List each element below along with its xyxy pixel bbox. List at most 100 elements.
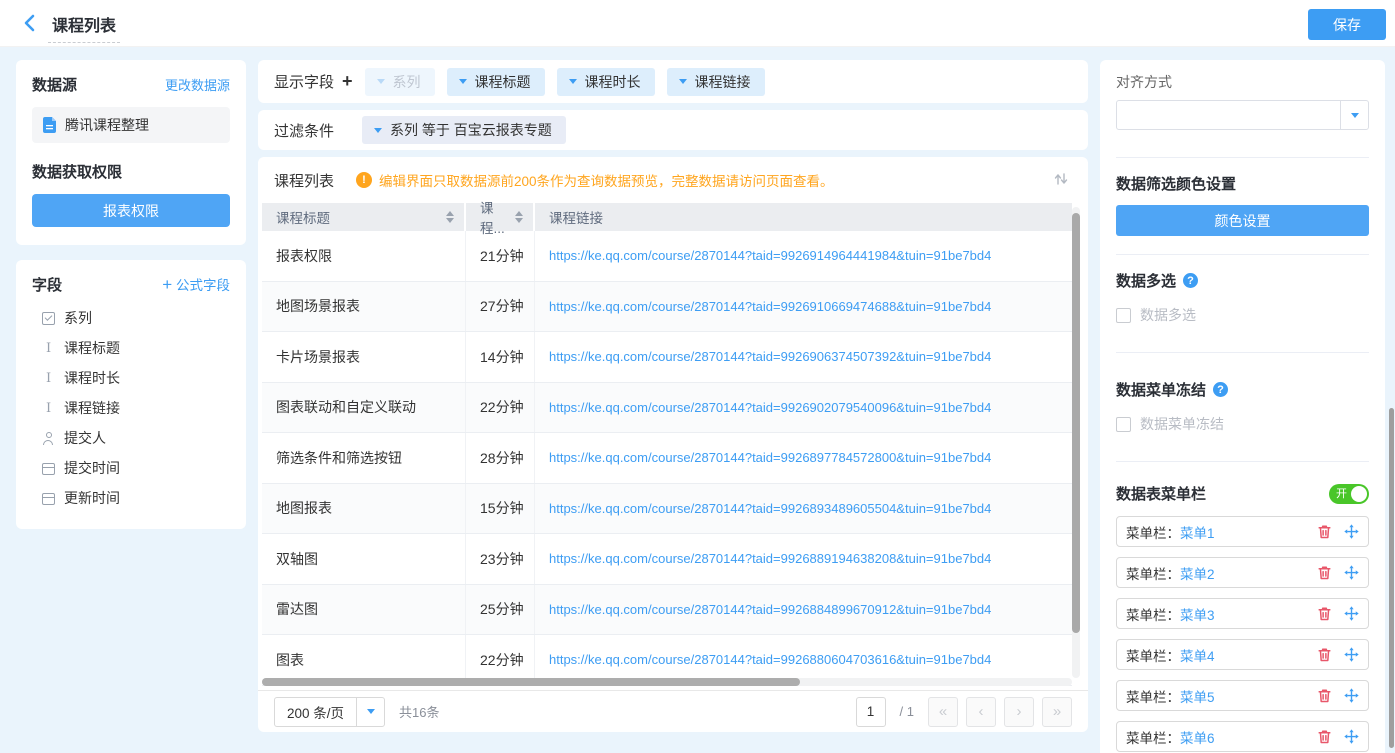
field-item[interactable]: 课程标题 [32,333,230,363]
drag-move-button[interactable] [1344,606,1359,621]
menu-item-name[interactable]: 菜单5 [1180,686,1215,706]
chevron-left-icon [20,13,40,33]
display-field-tag[interactable]: 课程时长 [557,68,655,96]
cell-course-title: 报表权限 [262,231,466,281]
sort-icon[interactable] [515,211,523,223]
freeze-checkbox[interactable] [1116,417,1131,432]
display-field-tag[interactable]: 课程链接 [667,68,765,96]
field-item[interactable]: 更新时间 [32,483,230,513]
save-button[interactable]: 保存 [1308,9,1386,40]
first-page-button[interactable]: « [928,697,958,727]
cell-course-link[interactable]: https://ke.qq.com/course/2870144?taid=99… [535,585,1072,635]
freeze-checkbox-label: 数据菜单冻结 [1140,414,1224,434]
page-size-select[interactable]: 200 条/页 [274,697,385,727]
main-content: 显示字段 + 系列 课程标题 课程时长 [258,60,1088,732]
drag-move-button[interactable] [1344,565,1359,580]
delete-menu-button[interactable] [1317,647,1332,662]
plus-icon: + [162,275,172,294]
menu-item-name[interactable]: 菜单2 [1180,563,1215,583]
page-title: 课程列表 [48,12,120,43]
delete-menu-button[interactable] [1317,524,1332,539]
drag-move-button[interactable] [1344,647,1359,662]
delete-menu-button[interactable] [1317,729,1332,744]
menu-item-name[interactable]: 菜单3 [1180,604,1215,624]
menu-item[interactable]: 菜单栏： 菜单3 [1116,598,1369,629]
last-page-button[interactable]: » [1042,697,1072,727]
sort-order-icon[interactable] [1052,170,1070,191]
change-datasource-link[interactable]: 更改数据源 [165,75,230,94]
page-number-input[interactable]: 1 [856,697,886,727]
field-item[interactable]: 课程链接 [32,393,230,423]
menu-item[interactable]: 菜单栏： 菜单2 [1116,557,1369,588]
display-field-tag[interactable]: 系列 [365,68,435,96]
drag-move-button[interactable] [1344,729,1359,744]
move-icon [1344,565,1359,580]
help-icon[interactable]: ? [1183,273,1198,288]
drag-move-button[interactable] [1344,524,1359,539]
cell-course-link[interactable]: https://ke.qq.com/course/2870144?taid=99… [535,383,1072,433]
cell-course-title: 地图报表 [262,484,466,534]
table-vertical-scrollbar[interactable] [1072,213,1080,633]
align-select[interactable] [1116,100,1369,130]
field-item[interactable]: 系列 [32,303,230,333]
menu-item[interactable]: 菜单栏： 菜单1 [1116,516,1369,547]
window-scrollbar[interactable] [1389,408,1394,748]
color-settings-button[interactable]: 颜色设置 [1116,205,1369,236]
field-label: 更新时间 [64,488,120,508]
pagination-bar: 200 条/页 共16条 1 / 1 « ‹ › » [258,690,1088,732]
multiselect-checkbox-label: 数据多选 [1140,305,1196,325]
multiselect-checkbox[interactable] [1116,308,1131,323]
column-header-link: 课程链接 [535,203,1072,231]
menu-item-name[interactable]: 菜单4 [1180,645,1215,665]
delete-menu-button[interactable] [1317,688,1332,703]
menubar-toggle[interactable]: 开 [1329,484,1369,504]
field-item[interactable]: 课程时长 [32,363,230,393]
menu-item-prefix: 菜单栏： [1126,604,1180,624]
menu-item[interactable]: 菜单栏： 菜单4 [1116,639,1369,670]
multiselect-row: 数据多选 [1116,305,1369,325]
field-label: 课程链接 [64,398,120,418]
sort-icon[interactable] [446,211,454,223]
filter-condition-tag[interactable]: 系列 等于 百宝云报表专题 [362,116,566,144]
field-label: 提交时间 [64,458,120,478]
report-permission-button[interactable]: 报表权限 [32,194,230,227]
table-row: 报表权限 21分钟 https://ke.qq.com/course/28701… [262,231,1072,282]
field-item[interactable]: 提交时间 [32,453,230,483]
add-formula-field-link[interactable]: + 公式字段 [162,274,230,295]
prev-page-button[interactable]: ‹ [966,697,996,727]
cell-course-link[interactable]: https://ke.qq.com/course/2870144?taid=99… [535,332,1072,382]
add-display-field-button[interactable]: + [342,71,353,92]
help-icon[interactable]: ? [1213,382,1228,397]
display-field-tag[interactable]: 课程标题 [447,68,545,96]
cell-course-link[interactable]: https://ke.qq.com/course/2870144?taid=99… [535,282,1072,332]
document-icon [42,117,57,133]
trash-icon [1317,729,1332,744]
table-header: 课程标题 课程... 课程链接 [262,203,1072,231]
menu-item-name[interactable]: 菜单6 [1180,727,1215,747]
warning-text: 编辑界面只取数据源前200条作为查询数据预览，完整数据请访问页面查看。 [379,170,834,190]
column-header-duration[interactable]: 课程... [466,203,535,231]
table-warning: ! 编辑界面只取数据源前200条作为查询数据预览，完整数据请访问页面查看。 [356,170,834,190]
delete-menu-button[interactable] [1317,565,1332,580]
page-total: / 1 [900,704,914,719]
menu-item[interactable]: 菜单栏： 菜单6 [1116,721,1369,752]
drag-move-button[interactable] [1344,688,1359,703]
cell-course-duration: 28分钟 [466,433,535,483]
delete-menu-button[interactable] [1317,606,1332,621]
cell-course-link[interactable]: https://ke.qq.com/course/2870144?taid=99… [535,231,1072,281]
menu-item[interactable]: 菜单栏： 菜单5 [1116,680,1369,711]
back-button[interactable] [20,13,40,33]
chevron-down-icon [374,128,382,133]
next-page-button[interactable]: › [1004,697,1034,727]
field-item[interactable]: 提交人 [32,423,230,453]
datasource-item[interactable]: 腾讯课程整理 [32,107,230,143]
table-horizontal-scrollbar[interactable] [262,678,800,686]
cell-course-link[interactable]: https://ke.qq.com/course/2870144?taid=99… [535,433,1072,483]
display-fields-label: 显示字段 [274,71,334,92]
menu-item-name[interactable]: 菜单1 [1180,522,1215,542]
cell-course-link[interactable]: https://ke.qq.com/course/2870144?taid=99… [535,534,1072,584]
cell-course-link[interactable]: https://ke.qq.com/course/2870144?taid=99… [535,484,1072,534]
move-icon [1344,729,1359,744]
field-label: 课程时长 [64,368,120,388]
column-header-title[interactable]: 课程标题 [262,203,466,231]
